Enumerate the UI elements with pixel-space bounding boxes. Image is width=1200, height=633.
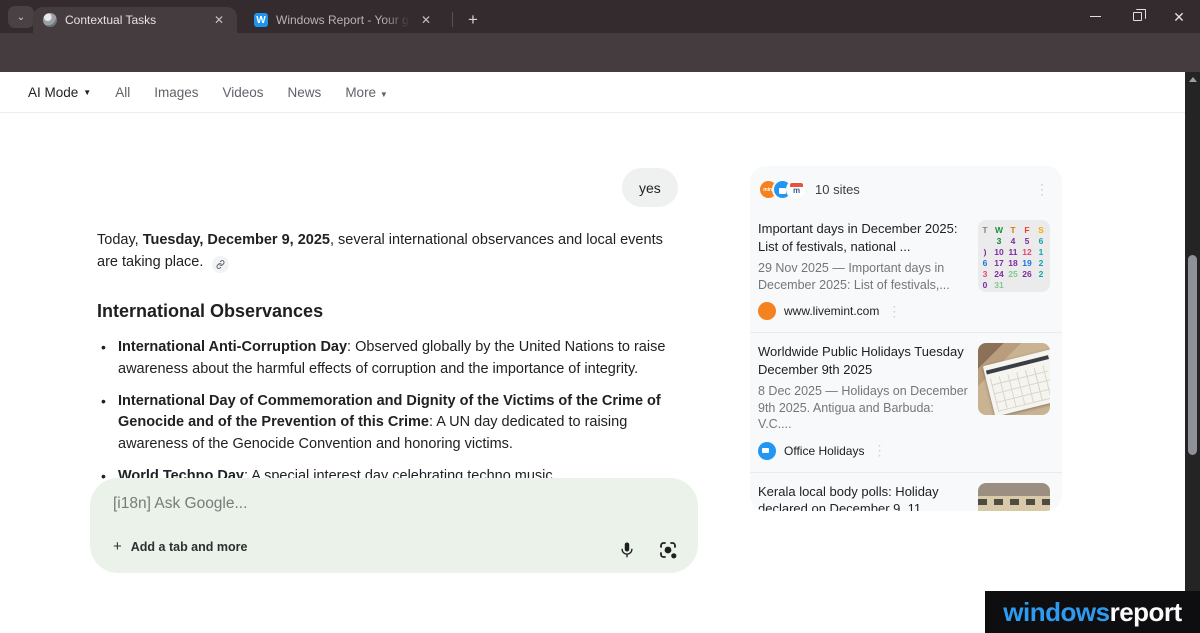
chevron-down-icon: ▼: [83, 88, 91, 97]
article-title[interactable]: Important days in December 2025: List of…: [758, 220, 968, 255]
tab-close-icon[interactable]: ✕: [418, 12, 434, 28]
user-message-bubble: yes: [622, 168, 678, 207]
ask-google-composer[interactable]: + Add a tab and more: [90, 478, 698, 573]
officeholidays-favicon-icon: [758, 442, 776, 460]
ai-answer: Today, Tuesday, December 9, 2025, severa…: [97, 224, 679, 498]
tab-search-button[interactable]: ⌄: [8, 6, 34, 28]
minimize-icon: [1090, 16, 1101, 18]
observances-list: International Anti-Corruption Day: Obser…: [97, 337, 679, 487]
source-card[interactable]: Worldwide Public Holidays Tuesday Decemb…: [750, 332, 1062, 472]
windows-report-favicon-icon: W: [254, 13, 268, 27]
chevron-down-icon: ⌄: [17, 12, 25, 23]
link-icon: [216, 260, 225, 269]
results-nav: AI Mode ▼ All Images Videos News More ▼: [0, 72, 1185, 113]
tab-close-icon[interactable]: ✕: [211, 12, 227, 28]
logo-part-report: report: [1110, 597, 1182, 628]
favicon-cluster: mint: [758, 179, 807, 200]
close-icon: ✕: [1173, 10, 1185, 24]
close-button[interactable]: ✕: [1158, 0, 1200, 33]
tab-images[interactable]: Images: [154, 85, 198, 100]
sites-count: 10 sites: [815, 182, 1034, 197]
new-tab-button[interactable]: +: [460, 7, 486, 33]
ai-mode-label: AI Mode: [28, 85, 78, 100]
article-thumbnail: [978, 343, 1050, 415]
plus-icon: +: [113, 538, 122, 555]
article-source: Office Holidays ⋮: [758, 442, 968, 460]
add-tab-label: Add a tab and more: [131, 540, 248, 554]
tab-videos[interactable]: Videos: [223, 85, 264, 100]
lens-camera-button[interactable]: [658, 540, 678, 560]
tab-all[interactable]: All: [115, 85, 130, 100]
page-scrollbar[interactable]: [1185, 72, 1200, 633]
source-domain[interactable]: Office Holidays: [784, 444, 864, 458]
tab-contextual-tasks[interactable]: Contextual Tasks ✕: [33, 7, 237, 33]
article-thumbnail: [978, 483, 1050, 512]
list-item: International Anti-Corruption Day: Obser…: [97, 337, 679, 380]
intro-date: Tuesday, December 9, 2025: [143, 232, 330, 248]
card-menu-button[interactable]: ⋮: [887, 309, 901, 314]
microphone-icon: [618, 540, 636, 560]
voice-search-button[interactable]: [618, 540, 636, 560]
answer-intro: Today, Tuesday, December 9, 2025, severa…: [97, 230, 679, 273]
more-label: More: [345, 85, 376, 100]
article-thumbnail calendar-grid: TWTFS3456)10111216171819232425262031: [978, 220, 1050, 292]
list-item: International Day of Commemoration and D…: [97, 391, 679, 456]
sources-header: mint 10 sites ⋮: [750, 166, 1062, 210]
window-controls: ✕: [1074, 0, 1200, 33]
windowsreport-logo: windowsreport: [985, 591, 1200, 633]
source-card[interactable]: Important days in December 2025: List of…: [750, 210, 1062, 332]
article-snippet: 8 Dec 2025 — Holidays on December 9th 20…: [758, 383, 968, 433]
restore-icon: [1133, 12, 1142, 21]
tab-title: Contextual Tasks: [65, 13, 203, 27]
bullet-term: International Anti-Corruption Day: [118, 339, 347, 355]
card-menu-button[interactable]: ⋮: [872, 448, 886, 453]
livemint-favicon-icon: [758, 302, 776, 320]
article-title[interactable]: Kerala local body polls: Holiday declare…: [758, 483, 968, 512]
globe-favicon-icon: [43, 13, 57, 27]
add-tab-button[interactable]: + Add a tab and more: [113, 538, 247, 555]
lens-icon: [658, 540, 678, 560]
source-domain[interactable]: www.livemint.com: [784, 304, 879, 318]
source-link-button[interactable]: [212, 256, 229, 273]
scrollbar-thumb[interactable]: [1188, 255, 1197, 455]
minimize-button[interactable]: [1074, 0, 1116, 33]
tab-news[interactable]: News: [288, 85, 322, 100]
ask-input[interactable]: [113, 495, 543, 513]
article-snippet: 29 Nov 2025 — Important days in December…: [758, 260, 968, 293]
page-content: AI Mode ▼ All Images Videos News More ▼ …: [0, 72, 1200, 633]
tab-windows-report[interactable]: W Windows Report - Your go-to s ✕: [244, 7, 444, 33]
sources-menu-button[interactable]: ⋮: [1034, 187, 1050, 192]
logo-part-windows: windows: [1003, 597, 1109, 628]
article-source: www.livemint.com ⋮: [758, 302, 968, 320]
tab-title: Windows Report - Your go-to s: [276, 13, 410, 27]
article-title[interactable]: Worldwide Public Holidays Tuesday Decemb…: [758, 343, 968, 378]
chevron-down-icon: ▼: [380, 90, 388, 99]
intro-pre: Today,: [97, 232, 143, 248]
answer-heading: International Observances: [97, 300, 679, 322]
tab-divider: [452, 12, 453, 27]
calendar-favicon-icon: [786, 179, 807, 200]
restore-button[interactable]: [1116, 0, 1158, 33]
browser-toolbar: ← → ↻ Chrome chrome://contextual-tasks/?…: [0, 33, 1200, 72]
tab-more[interactable]: More ▼: [345, 85, 387, 100]
source-card[interactable]: Kerala local body polls: Holiday declare…: [750, 472, 1062, 512]
browser-titlebar: ⌄ Contextual Tasks ✕ W Windows Report - …: [0, 0, 1200, 33]
sources-sidebar: mint 10 sites ⋮ Important days in Decemb…: [750, 166, 1062, 511]
tab-ai-mode[interactable]: AI Mode ▼: [28, 85, 91, 100]
scroll-up-arrow-icon[interactable]: [1189, 77, 1197, 82]
